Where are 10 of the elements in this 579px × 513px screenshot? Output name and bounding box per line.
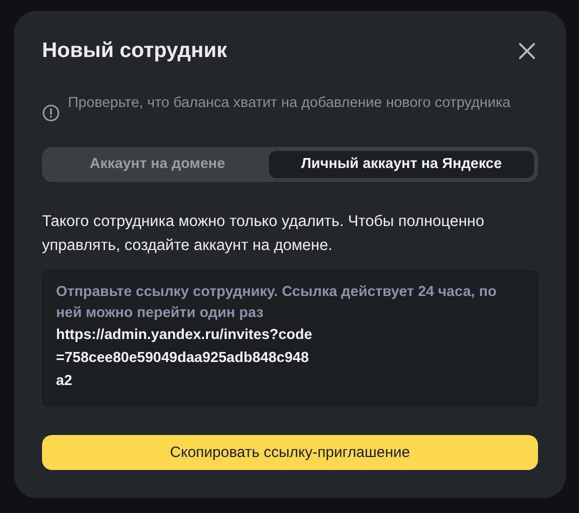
close-icon	[518, 42, 536, 60]
warning-icon	[42, 104, 60, 122]
dialog-title: Новый сотрудник	[42, 39, 227, 63]
account-tab[interactable]: Аккаунт на домене	[46, 151, 269, 178]
close-button[interactable]	[516, 40, 538, 62]
invite-hint: Отправьте ссылку сотруднику. Ссылка действует 24 часа, по ней можно перейти один раз	[56, 282, 498, 323]
account-tab[interactable]: Личный аккаунт на Яндексе	[268, 151, 534, 178]
copy-link-button[interactable]: Скопировать ссылку-приглашение	[42, 434, 538, 470]
notice-text: Проверьте, что баланса хватит на добавление нового сотрудника	[68, 94, 510, 113]
description-text: Такого сотрудника можно только удалить. Чтобы полноценно управлять, создайте аккаунт на домене.	[42, 212, 486, 256]
